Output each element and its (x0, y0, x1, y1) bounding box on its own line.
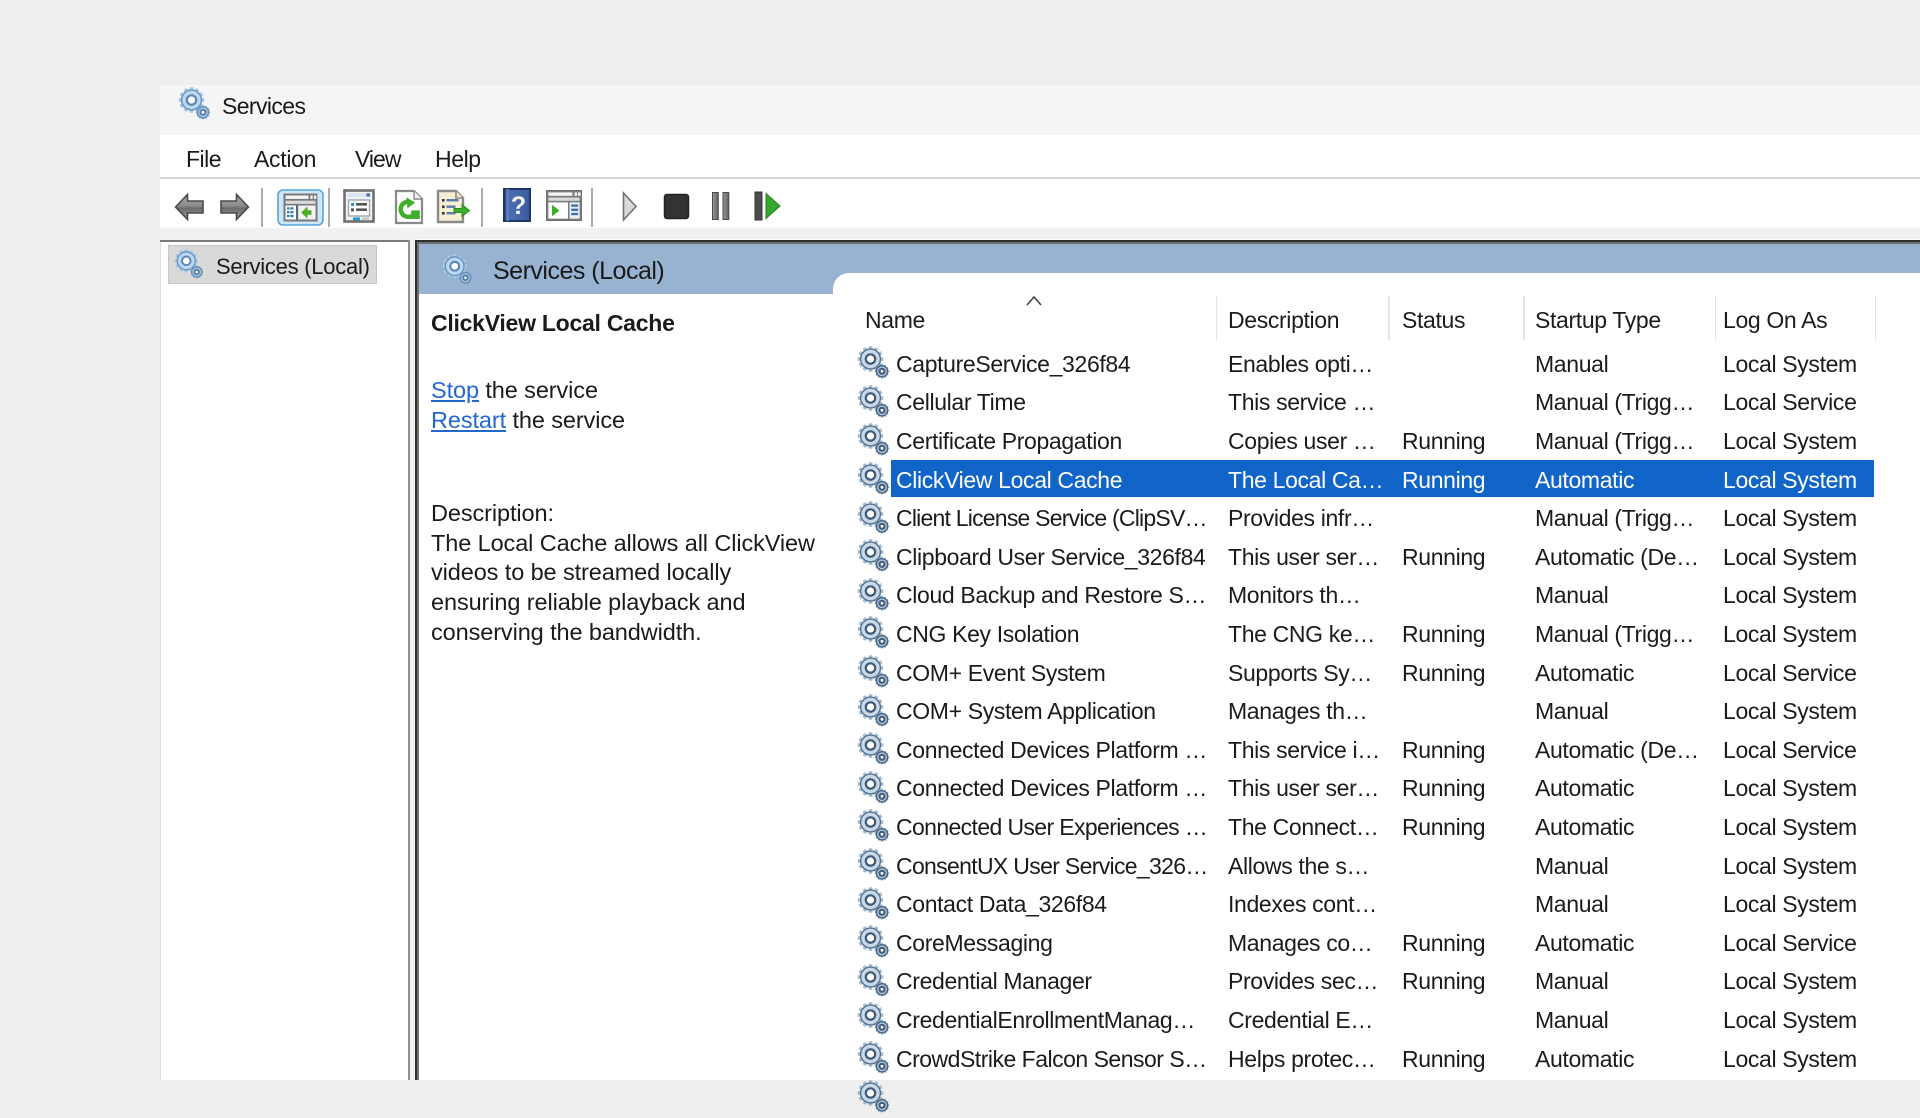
svg-text:?: ? (511, 192, 526, 220)
